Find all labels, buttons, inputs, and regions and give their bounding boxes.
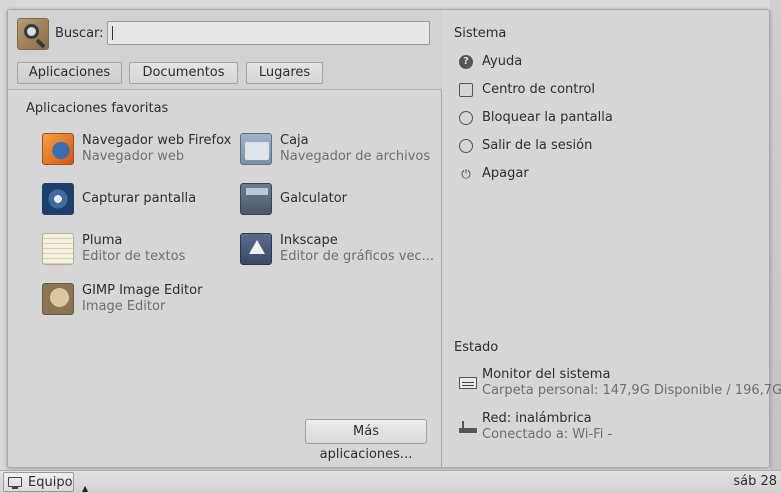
system-title: Sistema xyxy=(454,26,507,41)
tab-lugares[interactable]: Lugares xyxy=(246,62,323,84)
status-item-name: Monitor del sistema xyxy=(482,367,611,382)
app-name: Galculator xyxy=(280,191,348,206)
menu-button-label: Equipo xyxy=(28,475,73,490)
app-name: Inkscape xyxy=(280,233,338,248)
firefox-icon xyxy=(42,133,74,165)
help-icon: ? xyxy=(459,55,473,69)
app-description: Navegador web xyxy=(82,149,185,164)
computer-icon xyxy=(8,477,22,489)
app-description: Navegador de archivos xyxy=(280,149,431,164)
gimp-icon xyxy=(42,283,74,315)
status-item-detail: Conectado a: Wi-Fi - xyxy=(482,427,613,442)
desktop-background xyxy=(770,0,781,470)
app-description: Editor de gráficos vec... xyxy=(280,249,434,264)
app-capturar-pantalla[interactable]: Capturar pantalla xyxy=(42,181,237,217)
system-item-label: Bloquear la pantalla xyxy=(482,110,613,125)
app-firefox[interactable]: Navegador web Firefox Navegador web xyxy=(42,131,237,167)
text-editor-icon xyxy=(42,233,74,265)
app-galculator[interactable]: Galculator xyxy=(240,181,435,217)
panel-clock[interactable]: sáb 28 xyxy=(733,474,777,489)
favorites-title: Aplicaciones favoritas xyxy=(26,101,169,116)
app-name: Caja xyxy=(280,133,309,148)
system-item-label: Salir de la sesión xyxy=(482,138,593,153)
mouse-cursor-icon: ▲ xyxy=(82,484,89,493)
control-center-icon xyxy=(459,83,473,97)
system-item-label: Centro de control xyxy=(482,82,596,97)
app-caja[interactable]: Caja Navegador de archivos xyxy=(240,131,435,167)
lock-icon xyxy=(459,111,473,125)
app-name: Navegador web Firefox xyxy=(82,133,232,148)
inkscape-icon xyxy=(240,233,272,265)
screenshot-icon xyxy=(42,183,74,215)
text-cursor xyxy=(112,26,113,40)
status-item-monitor[interactable]: Monitor del sistema Carpeta personal: 14… xyxy=(459,367,781,401)
search-input[interactable] xyxy=(107,21,430,45)
menu-left-pane: Buscar: Aplicaciones Documentos Lugares … xyxy=(8,10,442,467)
tab-aplicaciones[interactable]: Aplicaciones xyxy=(17,62,122,84)
status-title: Estado xyxy=(454,340,499,355)
search-label: Buscar: xyxy=(55,26,104,41)
app-gimp[interactable]: GIMP Image Editor Image Editor xyxy=(42,281,237,317)
bottom-panel: Equipo ▲ sáb 28 xyxy=(0,470,781,493)
app-pluma[interactable]: Pluma Editor de textos xyxy=(42,231,237,267)
status-item-network[interactable]: Red: inalámbrica Conectado a: Wi-Fi - xyxy=(459,411,769,445)
calculator-icon xyxy=(240,183,272,215)
user-avatar-icon[interactable] xyxy=(17,18,49,50)
app-name: GIMP Image Editor xyxy=(82,283,203,298)
tab-documentos[interactable]: Documentos xyxy=(129,62,238,84)
app-name: Pluma xyxy=(82,233,123,248)
menu-button[interactable]: Equipo xyxy=(3,472,74,492)
system-item-label: Apagar xyxy=(482,166,529,181)
logout-icon xyxy=(459,139,473,153)
network-icon xyxy=(459,421,477,433)
app-inkscape[interactable]: Inkscape Editor de gráficos vec... xyxy=(240,231,435,267)
power-icon: ⏻ xyxy=(461,167,471,181)
file-manager-icon xyxy=(240,133,272,165)
start-menu: Buscar: Aplicaciones Documentos Lugares … xyxy=(7,9,781,468)
more-applications-button[interactable]: Más aplicaciones... xyxy=(305,419,427,462)
app-description: Editor de textos xyxy=(82,249,186,264)
menu-header: Buscar: Aplicaciones Documentos Lugares xyxy=(8,10,442,90)
system-item-label: Ayuda xyxy=(482,54,523,69)
status-item-name: Red: inalámbrica xyxy=(482,411,592,426)
app-name: Capturar pantalla xyxy=(82,191,197,206)
system-monitor-icon xyxy=(459,377,477,389)
status-item-detail: Carpeta personal: 147,9G Disponible / 19… xyxy=(482,383,781,398)
app-description: Image Editor xyxy=(82,299,166,314)
